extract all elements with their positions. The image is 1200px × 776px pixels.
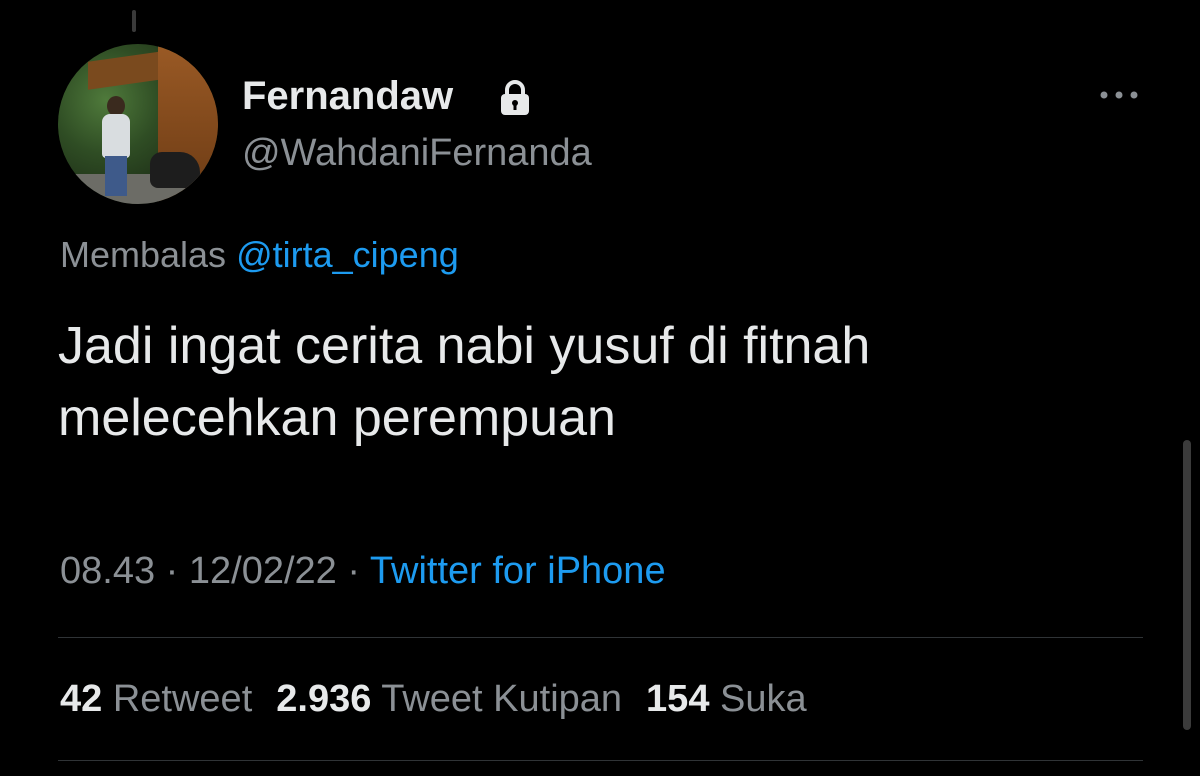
tweet-time[interactable]: 08.43: [60, 550, 155, 592]
tweet-text-line: melecehkan perempuan: [58, 389, 616, 447]
avatar-person-body: [102, 114, 130, 158]
likes-label: Suka: [720, 678, 807, 720]
more-horizontal-icon[interactable]: [1097, 86, 1141, 104]
likes-count: 154: [646, 678, 710, 720]
retweets-count: 42: [60, 678, 103, 720]
quotes-label: Tweet Kutipan: [381, 678, 623, 720]
tweet-meta: 08.43 · 12/02/22 · Twitter for iPhone: [60, 550, 666, 593]
reply-mention-link[interactable]: @tirta_cipeng: [236, 234, 459, 275]
engagement-stats: 42 Retweet 2.936 Tweet Kutipan 154 Suka: [60, 678, 807, 721]
user-handle[interactable]: @WahdaniFernanda: [242, 132, 592, 175]
retweets-stat[interactable]: 42 Retweet: [60, 678, 252, 720]
meta-separator: ·: [165, 550, 179, 592]
quotes-count: 2.936: [276, 678, 372, 720]
avatar-person-head: [107, 96, 125, 116]
divider: [58, 760, 1143, 761]
avatar-motorbike: [150, 152, 200, 188]
reply-context: Membalas @tirta_cipeng: [60, 234, 459, 276]
display-name[interactable]: Fernandaw: [242, 74, 453, 119]
avatar[interactable]: [58, 44, 218, 204]
tweet-source-link[interactable]: Twitter for iPhone: [370, 550, 666, 592]
lock-icon: [501, 80, 529, 115]
reply-prefix: Membalas: [60, 234, 227, 275]
tweet-date[interactable]: 12/02/22: [189, 550, 337, 592]
top-scroll-tick: [132, 10, 136, 32]
retweets-label: Retweet: [112, 678, 253, 720]
tweet-text: Jadi ingat cerita nabi yusuf di fitnah m…: [58, 310, 1148, 454]
quotes-stat[interactable]: 2.936 Tweet Kutipan: [276, 678, 622, 720]
likes-stat[interactable]: 154 Suka: [646, 678, 807, 720]
avatar-person-legs: [105, 156, 127, 196]
scrollbar[interactable]: [1183, 440, 1191, 730]
divider: [58, 637, 1143, 638]
tweet-text-line: Jadi ingat cerita nabi yusuf di fitnah: [58, 317, 871, 375]
meta-separator: ·: [347, 550, 361, 592]
